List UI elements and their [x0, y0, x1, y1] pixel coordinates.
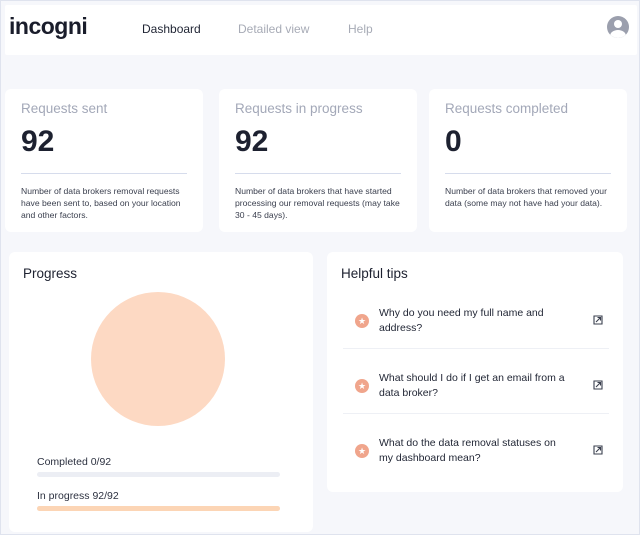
stat-card-requests-sent: Requests sent 92 Number of data brokers …	[5, 89, 203, 232]
stat-value: 92	[235, 125, 269, 158]
stat-description: Number of data brokers removal requests …	[21, 186, 181, 220]
tip-divider	[343, 348, 609, 349]
stat-value: 92	[21, 125, 55, 158]
stat-description: Number of data brokers that removed your…	[445, 186, 607, 208]
tip-item[interactable]: ★ Why do you need my full name and addre…	[343, 294, 609, 346]
in-progress-fill	[37, 506, 280, 511]
stat-value: 0	[445, 125, 462, 158]
stat-title: Requests sent	[21, 101, 108, 116]
stat-divider	[21, 173, 187, 174]
in-progress-label: In progress 92/92	[37, 490, 119, 502]
top-bar: incogni Dashboard Detailed view Help	[5, 5, 637, 55]
tip-divider	[343, 413, 609, 414]
tip-text: What should I do if I get an email from …	[379, 372, 565, 399]
incogni-logo[interactable]: incogni	[9, 13, 88, 40]
helpful-tips-card: Helpful tips ★ Why do you need my full n…	[327, 252, 623, 492]
progress-title: Progress	[23, 266, 78, 281]
stat-title: Requests completed	[445, 101, 569, 116]
user-avatar-icon[interactable]	[607, 16, 629, 38]
stat-card-requests-in-progress: Requests in progress 92 Number of data b…	[219, 89, 417, 232]
helpful-tips-title: Helpful tips	[341, 266, 408, 281]
tip-text: What do the data removal statuses on my …	[379, 437, 556, 464]
progress-pie-chart	[91, 292, 225, 426]
open-link-icon[interactable]	[593, 380, 603, 390]
nav-dashboard[interactable]: Dashboard	[142, 22, 201, 36]
stat-card-requests-completed: Requests completed 0 Number of data brok…	[429, 89, 627, 232]
progress-card: Progress Completed 0/92 In progress 92/9…	[9, 252, 313, 532]
open-link-icon[interactable]	[593, 315, 603, 325]
stat-divider	[235, 173, 401, 174]
star-icon: ★	[355, 379, 369, 393]
completed-progress-bar	[37, 472, 280, 477]
star-icon: ★	[355, 444, 369, 458]
tip-text: Why do you need my full name and address…	[379, 307, 544, 334]
stat-title: Requests in progress	[235, 101, 363, 116]
tip-item[interactable]: ★ What do the data removal statuses on m…	[343, 424, 609, 476]
nav-help[interactable]: Help	[348, 22, 373, 36]
in-progress-bar	[37, 506, 280, 511]
stat-description: Number of data brokers that have started…	[235, 186, 400, 220]
app-frame: incogni Dashboard Detailed view Help Req…	[0, 0, 640, 535]
star-icon: ★	[355, 314, 369, 328]
completed-label: Completed 0/92	[37, 456, 112, 468]
nav-detailed-view[interactable]: Detailed view	[238, 22, 309, 36]
tip-item[interactable]: ★ What should I do if I get an email fro…	[343, 359, 609, 411]
stat-divider	[445, 173, 611, 174]
open-link-icon[interactable]	[593, 445, 603, 455]
